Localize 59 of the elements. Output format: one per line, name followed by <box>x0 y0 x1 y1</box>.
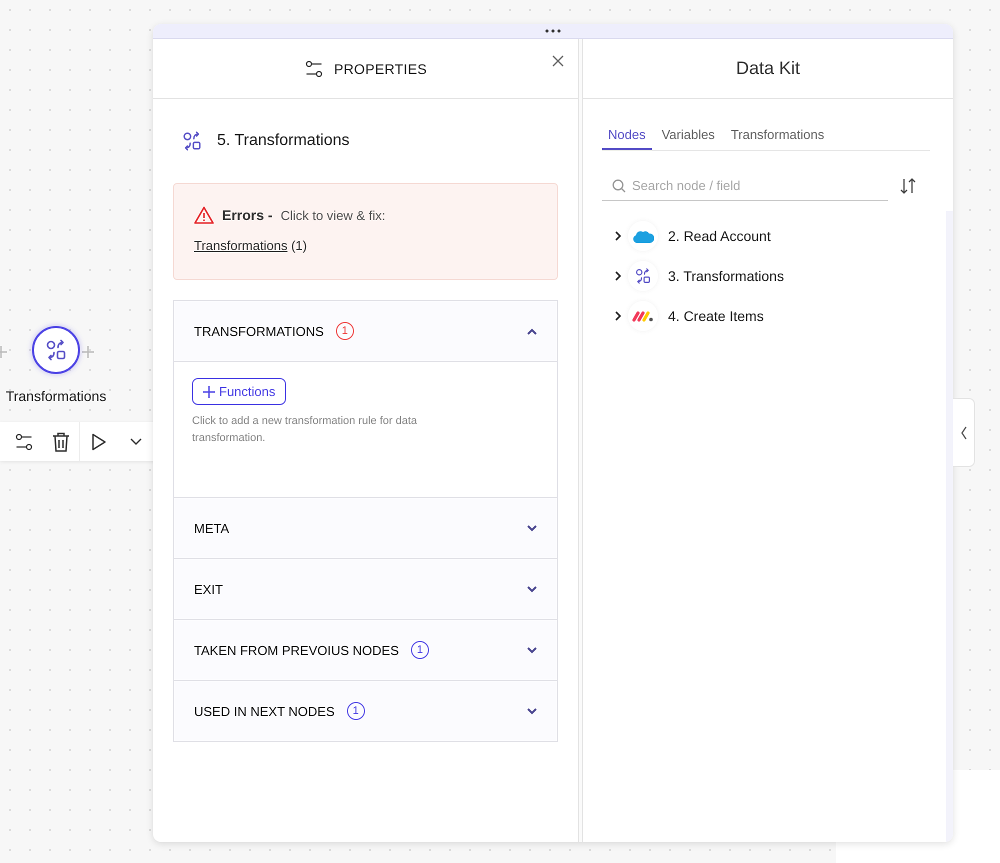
error-link[interactable]: Transformations <box>194 238 288 253</box>
section-title: META <box>194 520 230 536</box>
tree-item[interactable]: 4. Create Items <box>614 301 931 331</box>
plus-icon <box>203 386 215 398</box>
tree-item-label: 3. Transformations <box>668 268 784 284</box>
chevron-down-icon <box>130 438 142 446</box>
section-header[interactable]: TAKEN FROM PREVOIUS NODES 1 <box>174 619 557 680</box>
count-badge: 1 <box>346 702 365 720</box>
tree-item-label: 2. Read Account <box>668 228 771 244</box>
add-function-button[interactable]: Functions <box>192 378 286 405</box>
tree-item-label: 4. Create Items <box>668 308 764 324</box>
error-item: Transformations (1) <box>194 238 308 253</box>
sort-button[interactable] <box>900 178 916 194</box>
tab[interactable]: Nodes <box>602 123 652 150</box>
section-title: EXIT <box>194 582 223 596</box>
search-icon <box>612 178 626 192</box>
trash-icon <box>52 432 70 452</box>
cloud-logo-icon <box>632 228 654 244</box>
panel-title: PROPERTIES <box>334 60 427 76</box>
transform-icon <box>181 130 203 152</box>
sliders-icon <box>304 58 324 78</box>
count-badge: 1 <box>410 641 429 659</box>
tab[interactable]: Transformations <box>724 123 830 150</box>
sort-icon <box>900 178 916 194</box>
close-button[interactable] <box>550 53 566 69</box>
node-circle[interactable] <box>32 326 80 374</box>
section-title: TRANSFORMATIONS <box>194 324 324 338</box>
sliders-icon <box>14 432 34 452</box>
play-icon <box>90 432 106 450</box>
panel-title: Data Kit <box>736 58 800 79</box>
chevron-down-icon <box>527 646 537 654</box>
node-title: 5. Transformations <box>217 132 350 150</box>
node-label: Transformations <box>6 388 106 404</box>
drag-handle-icon[interactable] <box>545 29 561 33</box>
section-header[interactable]: EXIT <box>174 558 557 619</box>
search-field[interactable]: Search node / field <box>630 177 888 194</box>
chevron-up-icon <box>527 328 537 334</box>
warning-icon <box>194 206 214 224</box>
chevron-down-icon <box>527 524 537 532</box>
chevron-left-icon <box>960 426 966 440</box>
section-header[interactable]: USED IN NEXT NODES 1 <box>174 680 557 741</box>
error-heading: Errors - <box>222 207 273 223</box>
section-header[interactable]: TRANSFORMATIONS 1 <box>174 301 557 361</box>
close-icon <box>552 55 564 67</box>
help-text: Click to add a new transformation rule for data transformation. <box>192 414 418 446</box>
section-title: TAKEN FROM PREVOIUS NODES <box>194 642 399 658</box>
scrollbar[interactable] <box>946 211 953 842</box>
section-title: USED IN NEXT NODES <box>194 704 335 718</box>
chevron-down-icon <box>527 708 537 714</box>
board-logo-icon <box>632 310 654 322</box>
chevron-down-icon <box>527 586 537 592</box>
transform-icon <box>44 338 68 362</box>
error-hint: Click to view & fix: <box>280 208 386 222</box>
tree-item[interactable]: 3. Transformations <box>614 261 931 291</box>
transform-icon <box>634 267 652 285</box>
tree-item[interactable]: 2. Read Account <box>614 221 931 251</box>
tab[interactable]: Variables <box>656 123 721 150</box>
count-badge: 1 <box>336 322 354 340</box>
section-header[interactable]: META <box>174 497 557 558</box>
